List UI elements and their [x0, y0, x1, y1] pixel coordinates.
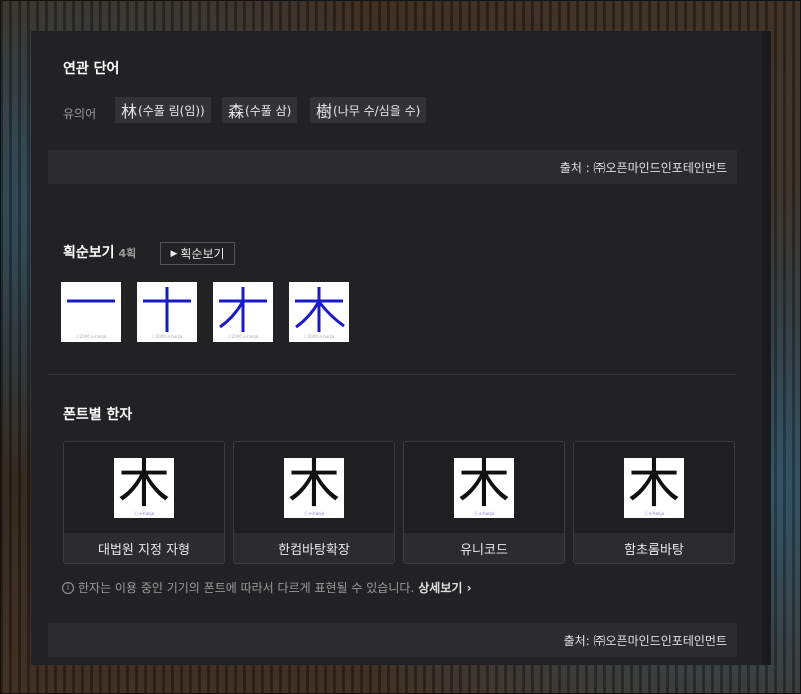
stroke-copyright: ⓒ2000 e-hanja: [303, 334, 335, 339]
stroke-order-heading: 획순보기 4획: [63, 242, 136, 262]
stroke-copyright: ⓒ2000 e-hanja: [151, 334, 183, 339]
synonym-reading: (나무 수/심을 수): [333, 103, 421, 118]
font-card-2: 木 ⓒ e-hanja 한컴바탕확장: [233, 441, 395, 564]
synonym-label: 유의어: [63, 107, 97, 121]
synonym-hanja: 林: [121, 102, 138, 121]
chevron-right-icon: ›: [466, 581, 472, 595]
synonym-chip-1[interactable]: 林 (수풀 림(임)): [115, 97, 211, 123]
stroke-order-title: 획순보기: [63, 245, 115, 261]
source-bar-related: 출처 : ㈜오픈마인드인포테인먼트: [48, 150, 737, 184]
stroke-order-button-label: 획순보기: [180, 247, 225, 261]
section-divider: [48, 374, 737, 375]
font-hanja-title: 폰트별 한자: [63, 407, 133, 423]
stroke-copyright: ⓒ2000 e-hanja: [75, 334, 107, 339]
source-text: 출처: ㈜오픈마인드인포테인먼트: [563, 633, 727, 648]
font-brand: ⓒ e-hanja: [643, 511, 665, 516]
stroke-frame-4: ⓒ2000 e-hanja: [289, 282, 349, 342]
font-glyph-box: 木 ⓒ e-hanja: [624, 458, 684, 518]
stroke-frame-3: ⓒ2000 e-hanja: [213, 282, 273, 342]
stroke-count: 4획: [118, 247, 137, 260]
source-bar-fonts: 출처: ㈜오픈마인드인포테인먼트: [48, 623, 737, 657]
stroke-order-play-button[interactable]: ▶ 획순보기: [160, 242, 235, 265]
font-glyph-box: 木 ⓒ e-hanja: [114, 458, 174, 518]
synonym-reading: (수풀 림(임)): [138, 103, 205, 118]
play-icon: ▶: [170, 248, 178, 259]
synonym-chip-2[interactable]: 森 (수풀 삼): [222, 97, 298, 123]
font-name: 한컴바탕확장: [234, 533, 394, 563]
font-brand: ⓒ e-hanja: [133, 511, 155, 516]
stroke-frame-2: ⓒ2000 e-hanja: [137, 282, 197, 342]
content-panel: 연관 단어 유의어 林 (수풀 림(임)) 森 (수풀 삼) 樹 (나무 수/심…: [31, 31, 762, 665]
font-card-3: 木 ⓒ e-hanja 유니코드: [403, 441, 565, 564]
font-glyph: 木: [287, 458, 340, 515]
stroke-frame-1: ⓒ2000 e-hanja: [61, 282, 121, 342]
font-card-4: 木 ⓒ e-hanja 함초롬바탕: [573, 441, 735, 564]
font-notice: i 한자는 이용 중인 기기의 폰트에 따라서 다르게 표현될 수 있습니다. …: [62, 579, 472, 596]
font-glyph-box: 木 ⓒ e-hanja: [454, 458, 514, 518]
synonym-hanja: 森: [228, 102, 245, 121]
detail-link[interactable]: 상세보기 ›: [418, 579, 471, 596]
stroke-copyright: ⓒ2000 e-hanja: [227, 334, 259, 339]
synonym-reading: (수풀 삼): [245, 103, 292, 118]
font-brand: ⓒ e-hanja: [473, 511, 495, 516]
font-name: 대법원 지정 자형: [64, 533, 224, 563]
font-glyph: 木: [457, 458, 510, 515]
related-words-title: 연관 단어: [63, 61, 120, 77]
font-glyph-box: 木 ⓒ e-hanja: [284, 458, 344, 518]
font-card-1: 木 ⓒ e-hanja 대법원 지정 자형: [63, 441, 225, 564]
font-brand: ⓒ e-hanja: [303, 511, 325, 516]
font-name: 함초롬바탕: [574, 533, 734, 563]
source-text: 출처 : ㈜오픈마인드인포테인먼트: [559, 160, 727, 175]
synonym-chip-3[interactable]: 樹 (나무 수/심을 수): [310, 97, 427, 123]
info-icon: i: [62, 581, 74, 594]
synonym-hanja: 樹: [316, 102, 333, 121]
font-glyph: 木: [627, 458, 680, 515]
detail-link-label: 상세보기: [418, 581, 463, 595]
font-glyph: 木: [117, 458, 170, 515]
font-name: 유니코드: [404, 533, 564, 563]
notice-text: 한자는 이용 중인 기기의 폰트에 따라서 다르게 표현될 수 있습니다.: [78, 581, 415, 595]
scrollbar[interactable]: [762, 31, 771, 665]
